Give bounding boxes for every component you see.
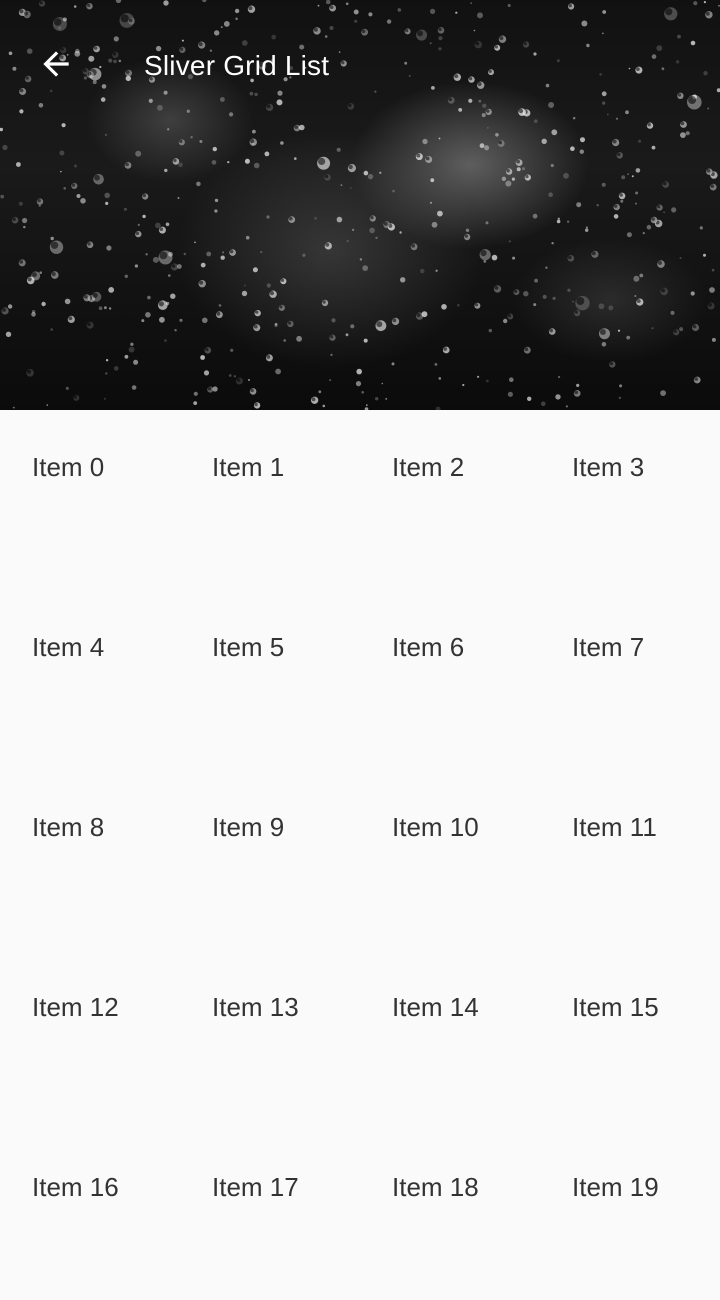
grid-item[interactable]: Item 10 [360,770,540,950]
grid-item[interactable]: Item 12 [0,950,180,1130]
collapsing-app-bar: Sliver Grid List [0,0,720,410]
grid-item[interactable]: Item 5 [180,590,360,770]
grid-item[interactable]: Item 11 [540,770,720,950]
sliver-grid: Item 0 Item 1 Item 2 Item 3 Item 4 Item 5 Item… [0,410,720,1300]
grid-item[interactable]: Item 1 [180,410,360,590]
grid-item[interactable]: Item 3 [540,410,720,590]
grid-item[interactable]: Item 19 [540,1130,720,1300]
grid-item[interactable]: Item 8 [0,770,180,950]
app-screen: Sliver Grid List Item 0 Item 1 Item 2 Item … [0,0,720,1300]
grid-item[interactable]: Item 4 [0,590,180,770]
grid-item[interactable]: Item 6 [360,590,540,770]
grid-item[interactable]: Item 14 [360,950,540,1130]
grid-item[interactable]: Item 7 [540,590,720,770]
grid-item[interactable]: Item 18 [360,1130,540,1300]
grid-item[interactable]: Item 9 [180,770,360,950]
grid-item[interactable]: Item 0 [0,410,180,590]
grid-item[interactable]: Item 16 [0,1130,180,1300]
arrow-left-icon [37,45,75,88]
grid-item[interactable]: Item 13 [180,950,360,1130]
back-button[interactable] [26,38,86,94]
grid-item[interactable]: Item 2 [360,410,540,590]
rain-drops-header-image [0,0,720,410]
grid-item[interactable]: Item 17 [180,1130,360,1300]
grid-item[interactable]: Item 15 [540,950,720,1130]
page-title: Sliver Grid List [144,50,330,81]
